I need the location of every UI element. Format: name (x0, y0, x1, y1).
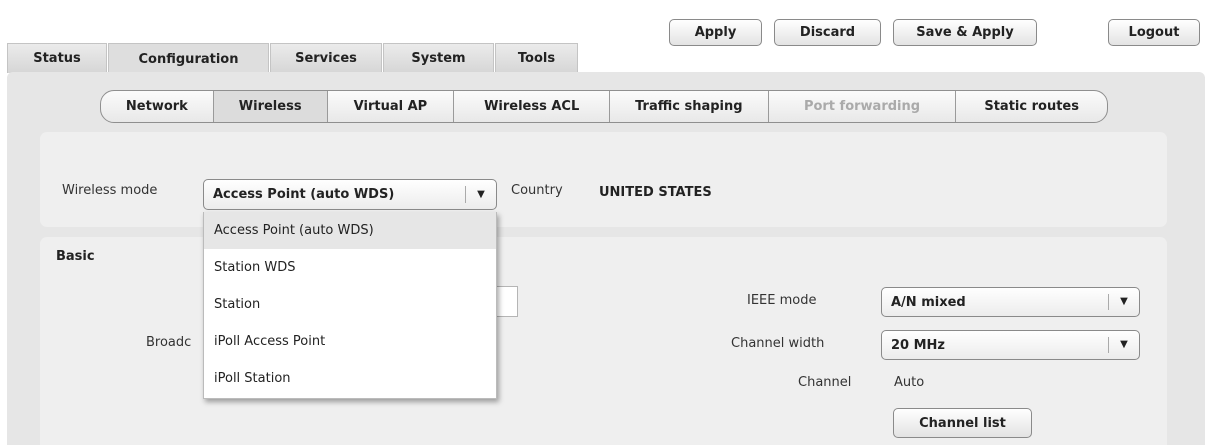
logout-button[interactable]: Logout (1108, 19, 1200, 46)
ieee-mode-label: IEEE mode (747, 293, 817, 308)
subnav-port-forwarding: Port forwarding (769, 91, 957, 122)
channel-width-label: Channel width (731, 336, 825, 351)
country-label: Country (511, 183, 563, 198)
subnav-virtual-ap[interactable]: Virtual AP (328, 91, 455, 122)
dropdown-option[interactable]: iPoll Access Point (204, 323, 496, 360)
apply-button[interactable]: Apply (669, 19, 762, 46)
tab-tools[interactable]: Tools (495, 43, 578, 73)
subnav-wireless-acl[interactable]: Wireless ACL (454, 91, 610, 122)
wireless-mode-select[interactable]: Access Point (auto WDS) ▼ (203, 179, 497, 210)
wireless-mode-dropdown: Access Point (auto WDS) Station WDS Stat… (203, 212, 497, 399)
subnav: Network Wireless Virtual AP Wireless ACL… (100, 90, 1108, 123)
tab-services[interactable]: Services (270, 43, 382, 73)
channel-width-select[interactable]: 20 MHz ▼ (881, 330, 1140, 360)
wireless-mode-value: Access Point (auto WDS) (213, 187, 395, 202)
ieee-mode-select[interactable]: A/N mixed ▼ (881, 287, 1140, 317)
chevron-down-icon: ▼ (1108, 336, 1139, 354)
basic-section-title: Basic (56, 249, 95, 264)
broadcast-label: Broadc (146, 335, 192, 350)
channel-width-value: 20 MHz (891, 337, 945, 353)
ieee-mode-value: A/N mixed (891, 294, 966, 310)
dropdown-option[interactable]: Access Point (auto WDS) (204, 212, 496, 249)
dropdown-option[interactable]: Station WDS (204, 249, 496, 286)
dropdown-option[interactable]: Station (204, 286, 496, 323)
tab-status[interactable]: Status (7, 43, 107, 73)
channel-list-button[interactable]: Channel list (893, 408, 1032, 438)
subnav-static-routes[interactable]: Static routes (956, 91, 1107, 122)
dropdown-option[interactable]: iPoll Station (204, 360, 496, 397)
subnav-wireless[interactable]: Wireless (213, 91, 328, 122)
tab-configuration[interactable]: Configuration (108, 43, 269, 74)
tab-system[interactable]: System (383, 43, 494, 73)
save-apply-button[interactable]: Save & Apply (893, 19, 1037, 46)
wireless-mode-label: Wireless mode (62, 183, 158, 198)
subnav-network[interactable]: Network (101, 91, 214, 122)
chevron-down-icon: ▼ (1108, 293, 1139, 311)
subnav-traffic-shaping[interactable]: Traffic shaping (610, 91, 769, 122)
channel-value: Auto (894, 375, 925, 390)
country-value: UNITED STATES (599, 185, 712, 200)
channel-label: Channel (798, 375, 852, 390)
chevron-down-icon: ▼ (465, 185, 496, 204)
discard-button[interactable]: Discard (774, 19, 881, 46)
